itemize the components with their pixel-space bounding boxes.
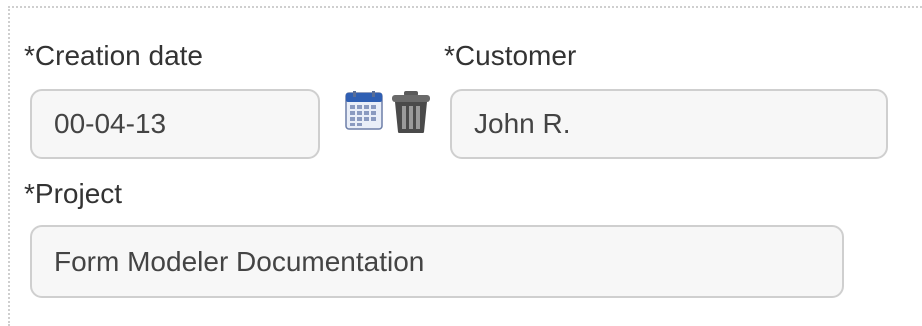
project-label: *Project (24, 178, 123, 209)
project-input[interactable]: Form Modeler Documentation (30, 225, 844, 298)
customer-label: *Customer (444, 40, 577, 71)
calendar-icon[interactable] (345, 91, 385, 131)
creation-date-label: *Creation date (24, 40, 204, 71)
creation-date-input[interactable]: 00-04-13 (30, 89, 320, 159)
customer-input[interactable]: John R. (450, 89, 888, 159)
trash-icon[interactable] (390, 90, 432, 134)
